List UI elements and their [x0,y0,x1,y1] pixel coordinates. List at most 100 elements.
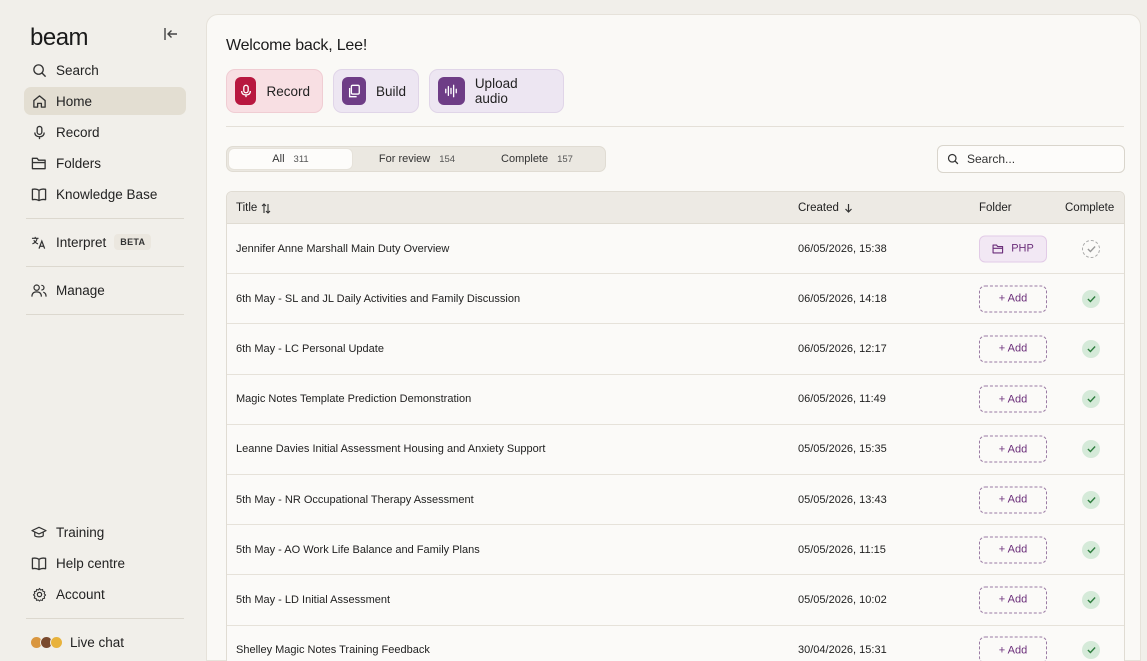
sidebar: beam Search Home Record Folders Knowledg… [0,0,200,661]
table-row[interactable]: Jennifer Anne Marshall Main Duty Overvie… [227,224,1124,275]
main-panel: Welcome back, Lee! Record Build Upload a… [206,14,1141,661]
collapse-sidebar-icon[interactable] [163,27,181,43]
table-row[interactable]: 6th May - SL and JL Daily Activities and… [227,274,1124,325]
sidebar-item-label: Training [56,524,105,540]
row-title[interactable]: Magic Notes Template Prediction Demonstr… [236,393,471,405]
folder-label: PHP [1011,242,1034,255]
row-title[interactable]: 5th May - LD Initial Assessment [236,594,390,606]
table-row[interactable]: 6th May - LC Personal Update 06/05/2026, … [227,324,1124,375]
row-created: 06/05/2026, 14:18 [798,292,887,305]
table-row[interactable]: Magic Notes Template Prediction Demonstr… [227,375,1124,425]
row-title[interactable]: 6th May - LC Personal Update [236,343,384,355]
row-created: 05/05/2026, 10:02 [798,593,887,606]
record-button-label: Record [266,83,310,99]
sidebar-item-help-centre[interactable]: Help centre [24,549,186,577]
table-row[interactable]: Leanne Davies Initial Assessment Housing… [227,425,1124,475]
search-box [937,145,1125,173]
add-folder-button[interactable]: + Add [979,636,1047,661]
complete-toggle[interactable] [1082,390,1100,409]
folder-chip[interactable]: + Add [979,636,1047,661]
check-outline-icon[interactable] [1082,239,1100,258]
sidebar-item-folders[interactable]: Folders [24,149,186,177]
search-input[interactable] [967,152,1107,166]
record-button[interactable]: Record [226,69,323,113]
upload-audio-button[interactable]: Upload audio [429,69,564,113]
add-folder-button[interactable]: + Add [979,285,1047,313]
table-row[interactable]: 5th May - LD Initial Assessment 05/05/202… [227,575,1124,626]
complete-toggle[interactable] [1082,339,1100,358]
sidebar-item-search[interactable]: Search [24,56,186,84]
sidebar-item-live-chat[interactable]: Live chat [24,628,186,656]
upload-audio-button-label: Upload audio [474,76,518,106]
row-created: 06/05/2026, 12:17 [798,342,887,355]
microphone-icon [30,123,48,141]
table-row[interactable]: 5th May - AO Work Life Balance and Famil… [227,525,1124,576]
folder-tag[interactable]: PHP [979,235,1047,263]
folder-chip[interactable]: + Add [979,285,1047,313]
sidebar-item-interpret[interactable]: Interpret BETA [24,228,186,256]
row-title[interactable]: 5th May - AO Work Life Balance and Famil… [236,544,480,556]
check-icon[interactable] [1082,540,1100,559]
folder-chip[interactable]: PHP [979,235,1047,263]
folder-label: + Add [998,543,1028,556]
check-icon[interactable] [1082,289,1100,308]
filter-tabs: All 311 For review 154 Complete 157 [226,146,606,172]
folder-chip[interactable]: + Add [979,486,1047,514]
tab-count: 157 [557,153,573,165]
row-title[interactable]: 6th May - SL and JL Daily Activities and… [236,293,520,305]
check-icon[interactable] [1082,641,1100,660]
folder-label: + Add [998,593,1028,606]
sidebar-item-record[interactable]: Record [24,118,186,146]
row-title[interactable]: Jennifer Anne Marshall Main Duty Overvie… [236,243,449,255]
check-icon[interactable] [1082,440,1100,459]
app-logo[interactable]: beam [30,24,89,52]
complete-toggle[interactable] [1082,239,1100,258]
complete-toggle[interactable] [1082,490,1100,509]
row-title[interactable]: Shelley Magic Notes Training Feedback [236,644,430,656]
add-folder-button[interactable]: + Add [979,586,1047,614]
column-header-label: Title [236,202,258,214]
tab-label: For review [378,153,431,165]
table-row[interactable]: Shelley Magic Notes Training Feedback 30/… [227,626,1124,661]
add-folder-button[interactable]: + Add [979,486,1047,514]
folder-chip[interactable]: + Add [979,536,1047,564]
check-icon[interactable] [1082,390,1100,409]
add-folder-button[interactable]: + Add [979,435,1047,463]
complete-toggle[interactable] [1082,641,1100,660]
build-button[interactable]: Build [333,69,419,113]
sidebar-item-label: Home [56,93,93,109]
folder-chip[interactable]: + Add [979,586,1047,614]
tab-complete[interactable]: Complete 157 [482,149,592,169]
table-row[interactable]: 5th May - NR Occupational Therapy Assess… [227,475,1124,526]
add-folder-button[interactable]: + Add [979,335,1047,363]
folder-chip[interactable]: + Add [979,435,1047,463]
tab-all[interactable]: All 311 [229,149,352,169]
folder-icon [30,154,48,172]
row-title[interactable]: Leanne Davies Initial Assessment Housing… [236,443,545,455]
folder-chip[interactable]: + Add [979,335,1047,363]
check-icon[interactable] [1082,590,1100,609]
column-header-title[interactable]: Title [236,202,271,214]
sidebar-item-account[interactable]: Account [24,580,186,608]
sidebar-divider [26,266,184,267]
column-header-label: Complete [1065,202,1115,214]
sidebar-item-home[interactable]: Home [24,87,186,115]
check-icon[interactable] [1082,490,1100,509]
check-icon[interactable] [1082,339,1100,358]
sidebar-item-training[interactable]: Training [24,518,186,546]
add-folder-button[interactable]: + Add [979,536,1047,564]
folder-chip[interactable]: + Add [979,385,1047,413]
sidebar-item-knowledge-base[interactable]: Knowledge Base [24,180,186,208]
complete-toggle[interactable] [1082,440,1100,459]
complete-toggle[interactable] [1082,289,1100,308]
row-title[interactable]: 5th May - NR Occupational Therapy Assess… [236,494,474,506]
complete-toggle[interactable] [1082,590,1100,609]
add-folder-button[interactable]: + Add [979,385,1047,413]
search-icon [30,61,48,79]
complete-toggle[interactable] [1082,540,1100,559]
tab-for-review[interactable]: For review 154 [357,149,477,169]
sidebar-item-manage[interactable]: Manage [24,276,186,304]
audio-waveform-icon [438,77,465,105]
folder-label: + Add [998,493,1028,506]
column-header-created[interactable]: Created [798,202,853,214]
